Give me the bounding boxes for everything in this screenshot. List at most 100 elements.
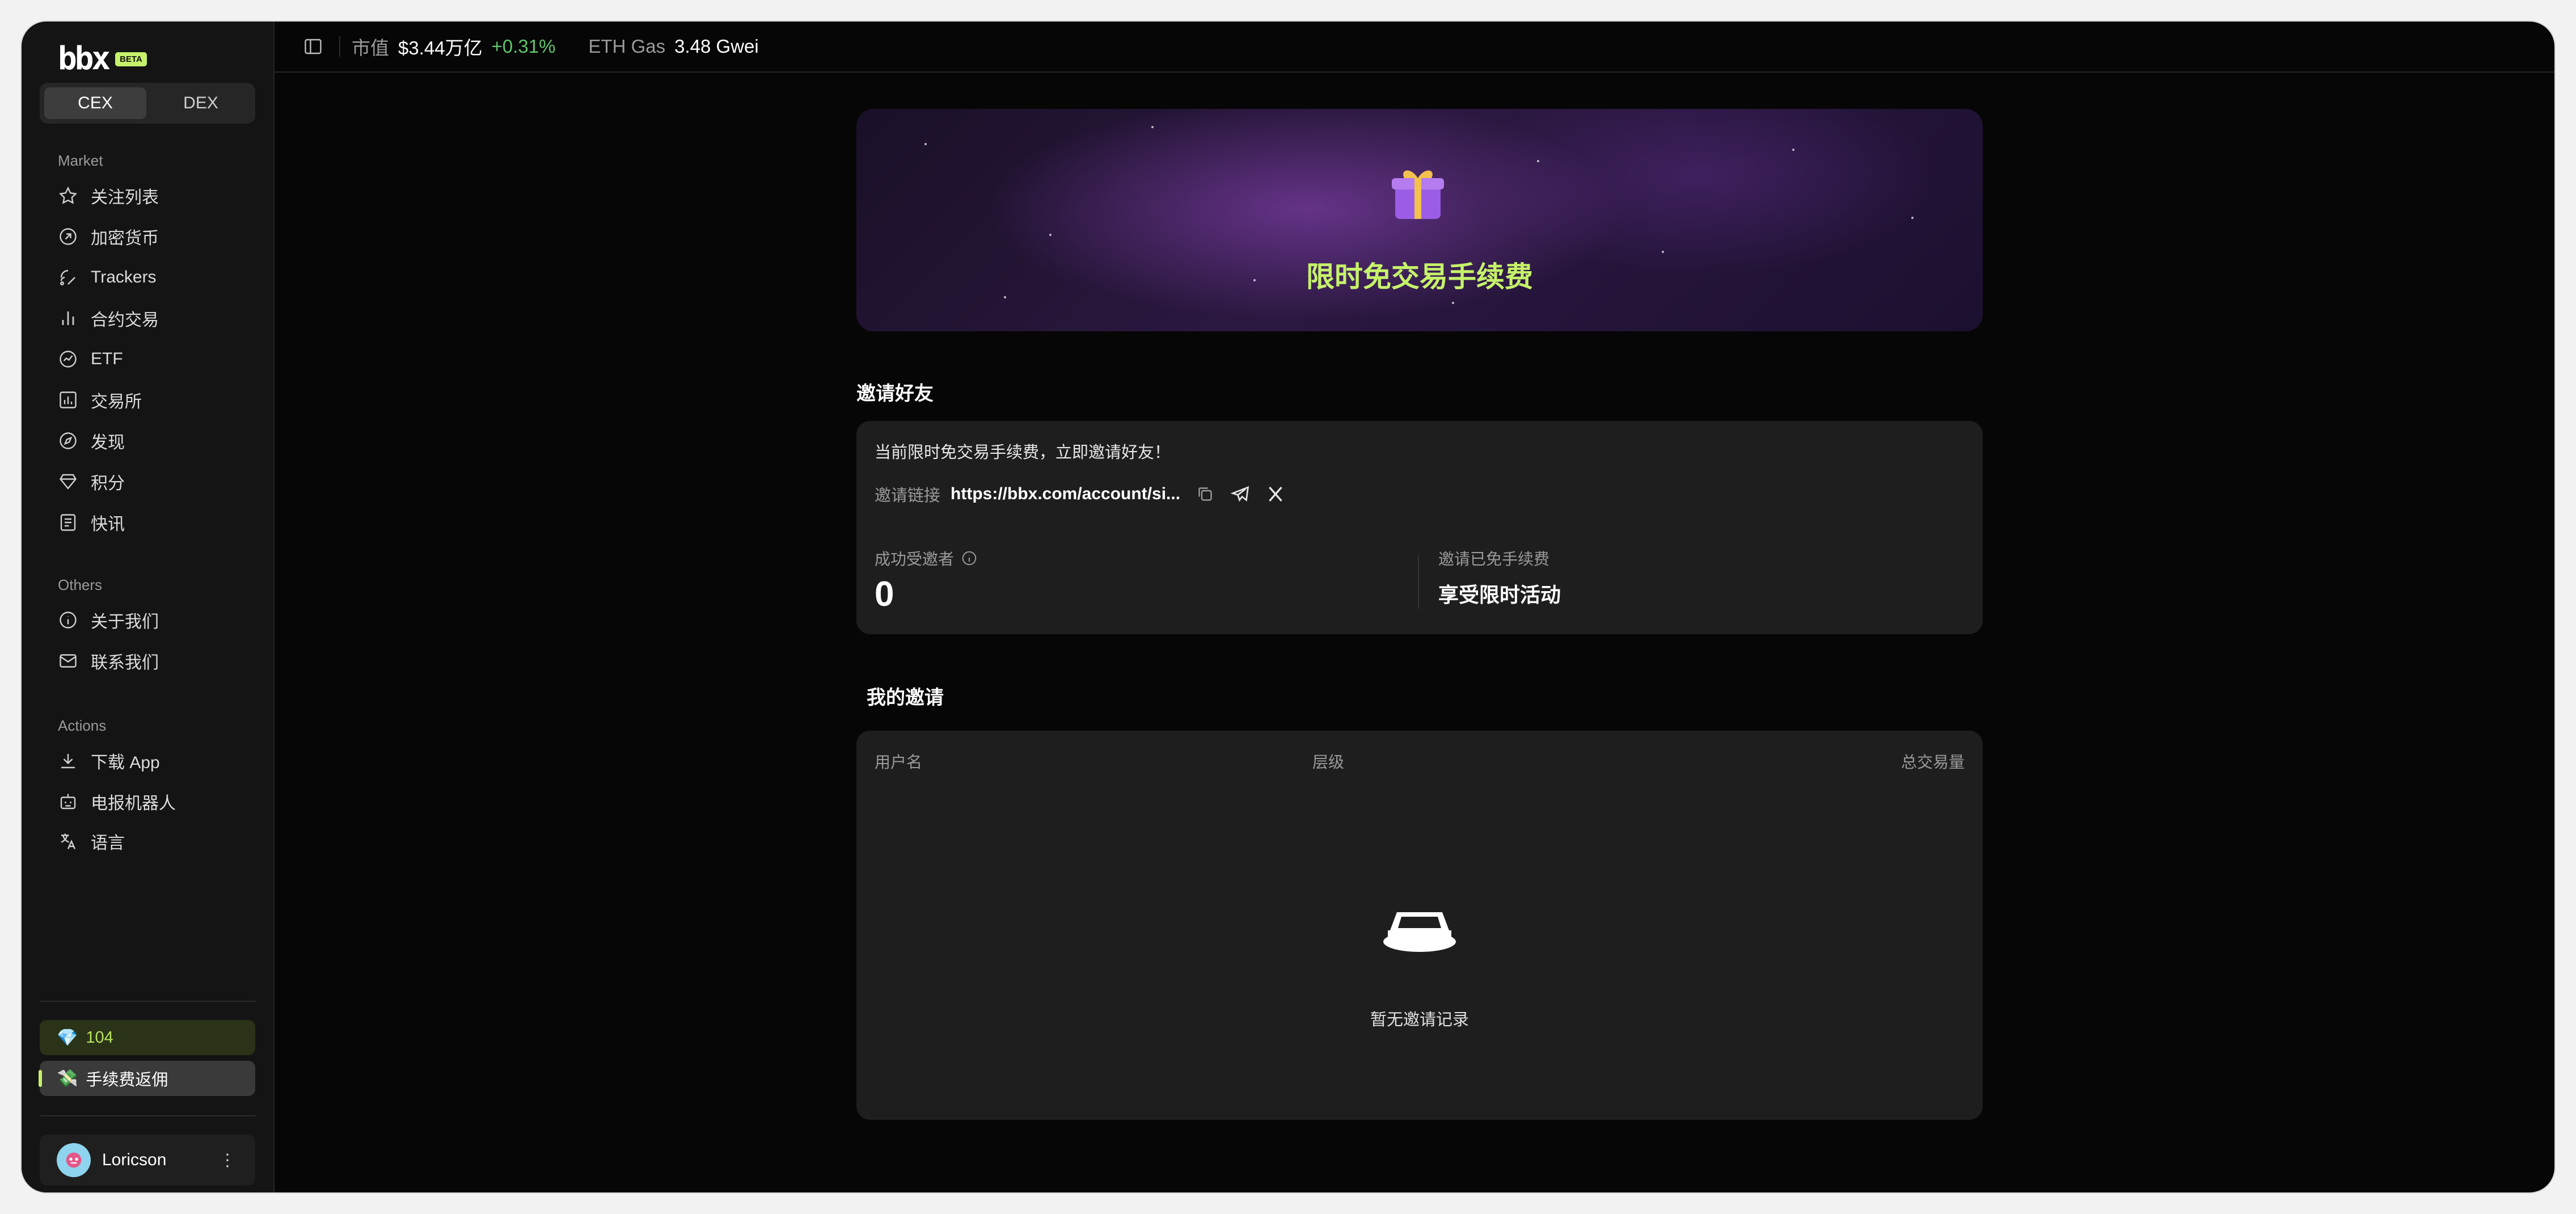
sidebar: bbx BETA CEX DEX Market 关注列表 加密货币 Tracke…	[22, 22, 275, 1192]
sidebar-toggle-icon[interactable]	[303, 36, 323, 57]
sidebar-item-telegram-bot[interactable]: 电报机器人	[58, 787, 176, 816]
avatar	[57, 1143, 91, 1177]
promo-banner: 限时免交易手续费	[856, 109, 1983, 331]
invite-promo-text: 当前限时免交易手续费，立即邀请好友！	[875, 444, 1171, 462]
signal-icon	[60, 269, 75, 285]
coin-icon	[60, 228, 77, 245]
sidebar-item-about[interactable]: 关于我们	[58, 606, 159, 634]
empty-state-text: 暂无邀请记录	[1370, 1011, 1469, 1029]
info-icon	[60, 612, 77, 629]
points-chip[interactable]: 💎 104	[40, 1020, 255, 1055]
sidebar-item-crypto[interactable]: 加密货币	[58, 222, 159, 251]
invite-link-label: 邀请链接	[875, 487, 941, 505]
bot-icon	[60, 794, 76, 810]
info-icon[interactable]	[961, 550, 978, 567]
sidebar-item-exchanges[interactable]: 交易所	[58, 386, 142, 414]
star-dot	[1049, 234, 1051, 236]
bar-chart-icon	[62, 311, 74, 325]
mail-icon	[60, 654, 77, 668]
gem-icon: 💎	[57, 1028, 78, 1047]
sidebar-item-language[interactable]: 语言	[58, 827, 125, 855]
invite-heading: 邀请好友	[856, 383, 934, 404]
invite-link-value[interactable]: https://bbx.com/account/si...	[951, 484, 1180, 504]
active-marker	[39, 1070, 42, 1087]
invite-link-row: 邀请链接 https://bbx.com/account/si...	[875, 482, 1286, 506]
exchange-icon	[60, 391, 77, 408]
sidebar-item-label: 发现	[91, 433, 125, 452]
sidebar-item-download-app[interactable]: 下载 App	[58, 747, 160, 775]
star-dot	[1662, 251, 1664, 253]
stat-separator	[1418, 555, 1419, 609]
points-value: 104	[86, 1028, 113, 1047]
sidebar-item-contact[interactable]: 联系我们	[58, 647, 159, 675]
star-dot	[924, 143, 927, 145]
column-header-username: 用户名	[875, 753, 923, 771]
sidebar-item-label: 合约交易	[91, 311, 159, 330]
top-bar: 市值 $3.44万亿 +0.31% ETH Gas 3.48 Gwei	[275, 22, 2554, 73]
others-section-title: Others	[58, 576, 103, 593]
dex-tab[interactable]: DEX	[150, 87, 252, 119]
invite-card: 当前限时免交易手续费，立即邀请好友！ 邀请链接 https://bbx.com/…	[856, 421, 1983, 634]
beta-badge: BETA	[115, 52, 147, 66]
app-window: bbx BETA CEX DEX Market 关注列表 加密货币 Tracke…	[22, 22, 2554, 1192]
market-cap-change: +0.31%	[491, 36, 556, 57]
sidebar-item-futures[interactable]: 合约交易	[58, 304, 159, 332]
fee-rebate-item[interactable]: 💸 手续费返佣	[39, 1061, 255, 1096]
more-options-icon[interactable]: ⋮	[219, 1150, 236, 1170]
sidebar-item-label: 关于我们	[91, 613, 159, 631]
translate-icon	[61, 833, 76, 849]
sidebar-item-label: 电报机器人	[91, 794, 176, 813]
cex-tab[interactable]: CEX	[44, 87, 146, 119]
gift-icon	[1392, 170, 1444, 219]
star-dot	[1537, 160, 1539, 162]
sidebar-item-trackers[interactable]: Trackers	[58, 263, 157, 292]
sidebar-item-label: 积分	[91, 474, 125, 493]
sidebar-item-label: 下载 App	[91, 753, 160, 772]
success-invitees-text: 成功受邀者	[875, 550, 955, 568]
copy-icon[interactable]	[1195, 484, 1215, 504]
sidebar-item-label: 加密货币	[91, 229, 159, 248]
sidebar-item-news[interactable]: 快讯	[58, 508, 125, 537]
sidebar-item-label: Trackers	[91, 268, 157, 286]
logo-text: bbx	[58, 40, 111, 77]
star-icon	[58, 186, 78, 204]
market-section-title: Market	[58, 152, 103, 169]
invites-table: 用户名 层级 总交易量 暂无邀请记录	[856, 731, 1983, 1120]
banner-title: 限时免交易手续费	[1306, 261, 1533, 293]
download-icon	[61, 754, 75, 769]
sidebar-item-label: 关注列表	[91, 188, 159, 207]
market-cap-value: $3.44万亿	[398, 37, 483, 58]
user-name: Loricson	[102, 1150, 167, 1169]
sidebar-item-label: 快讯	[91, 515, 125, 534]
user-menu[interactable]: Loricson ⋮	[40, 1135, 255, 1186]
topbar-separator	[339, 36, 340, 57]
cex-dex-switch: CEX DEX	[40, 83, 255, 124]
telegram-icon[interactable]	[1230, 484, 1251, 504]
actions-section-title: Actions	[58, 717, 107, 734]
x-twitter-icon[interactable]	[1265, 484, 1286, 504]
sidebar-item-label: ETF	[91, 349, 123, 368]
sidebar-divider	[40, 1115, 255, 1116]
sidebar-divider	[40, 1001, 255, 1002]
success-invitees-label: 成功受邀者	[875, 547, 978, 570]
diamond-icon	[60, 474, 77, 490]
logo[interactable]: bbx BETA	[58, 43, 147, 75]
sidebar-item-points[interactable]: 积分	[58, 467, 125, 496]
star-dot	[1151, 126, 1154, 128]
sidebar-item-etf[interactable]: ETF	[58, 345, 123, 373]
star-dot	[1004, 296, 1006, 298]
compass-icon	[60, 432, 77, 449]
column-header-tier: 层级	[1312, 753, 1345, 771]
fee-free-label: 邀请已免手续费	[1438, 550, 1550, 568]
star-dot	[1911, 217, 1914, 219]
sidebar-item-watchlist[interactable]: 关注列表	[58, 182, 159, 210]
success-invitees-value: 0	[875, 575, 894, 614]
sidebar-item-label: 交易所	[91, 393, 142, 411]
trend-icon	[60, 351, 77, 368]
market-cap-label: 市值	[352, 37, 389, 58]
column-header-volume: 总交易量	[1901, 753, 1965, 771]
eth-gas-value: 3.48 Gwei	[674, 36, 759, 57]
empty-inbox-icon	[1383, 912, 1456, 952]
sidebar-item-discover[interactable]: 发现	[58, 427, 125, 455]
sidebar-item-label: 语言	[91, 834, 125, 853]
